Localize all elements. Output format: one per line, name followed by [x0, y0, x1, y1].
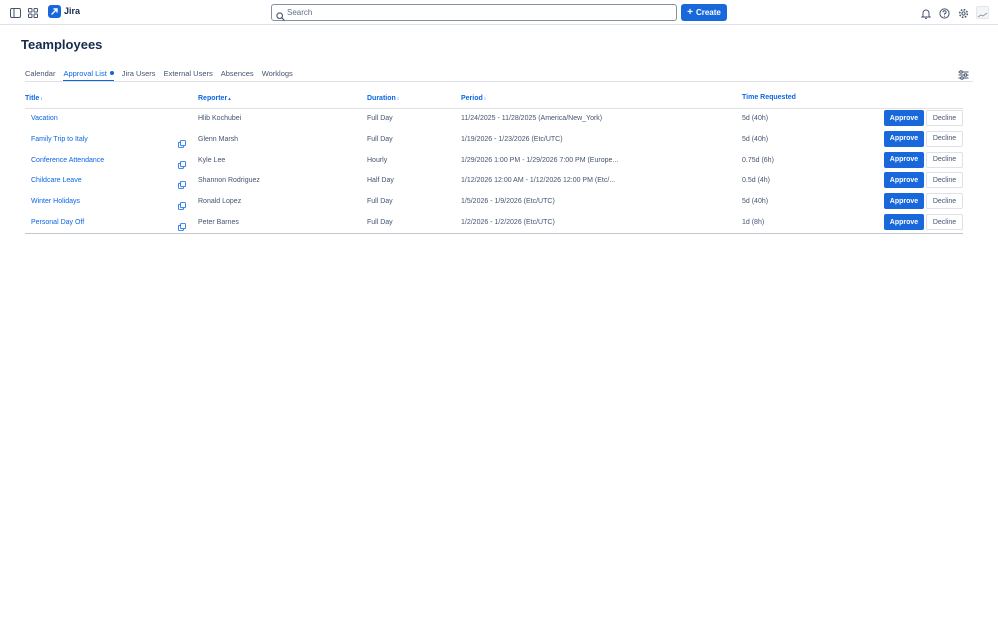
column-header-duration-label: Duration	[367, 95, 396, 102]
column-header-title[interactable]: Title↕	[25, 95, 43, 102]
user-avatar[interactable]	[976, 6, 989, 19]
approve-button[interactable]: Approve	[884, 172, 924, 189]
help-icon[interactable]	[937, 6, 951, 20]
reporter-name: Hlib Kochubei	[198, 115, 242, 122]
app-switcher-icon[interactable]	[26, 6, 40, 20]
column-header-title-label: Title	[25, 95, 40, 102]
bell-icon[interactable]	[919, 6, 933, 20]
approve-button[interactable]: Approve	[884, 130, 924, 147]
period-value: 1/5/2026 - 1/9/2026 (Etc/UTC)	[461, 198, 555, 206]
decline-button[interactable]: Decline	[926, 110, 963, 126]
table-row: Conference Attendance Kyle Lee Hourly 1/29/…	[25, 151, 963, 172]
column-header-period-label: Period	[461, 95, 483, 102]
reporter-name: Kyle Lee	[198, 156, 226, 164]
reporter-name: Glenn Marsh	[198, 135, 239, 143]
tab-approval-list-label: Approval List	[63, 69, 107, 78]
column-header-period[interactable]: Period↕	[461, 95, 486, 102]
copy-icon[interactable]	[178, 218, 186, 231]
period-value: 1/12/2026 12:00 AM - 1/12/2026 12:00 PM …	[461, 177, 616, 185]
time-requested-value: 5d (40h)	[742, 198, 769, 206]
period-value: 1/2/2026 - 1/2/2026 (Etc/UTC)	[461, 219, 555, 226]
approve-button[interactable]: Approve	[884, 214, 924, 230]
sort-icon: ↕	[40, 96, 43, 102]
search-input[interactable]	[287, 6, 667, 19]
column-header-reporter[interactable]: Reporter▴	[198, 95, 231, 102]
table-row: Childcare Leave Shannon Rodriguez Half Day…	[25, 171, 963, 192]
table-row: Winter Holidays Ronald Lopez Full Day 1/5/2…	[25, 192, 963, 213]
sort-icon: ↕	[483, 96, 487, 102]
duration-value: Full Day	[367, 135, 393, 143]
search-box[interactable]	[271, 4, 677, 21]
duration-value: Full Day	[367, 198, 393, 206]
gear-icon[interactable]	[956, 6, 970, 20]
request-title-link[interactable]: Personal Day Off	[31, 219, 84, 226]
tab-absences[interactable]: Absences	[221, 69, 254, 81]
duration-value: Full Day	[367, 115, 393, 122]
table-row: Vacation Hlib Kochubei Full Day 11/24/2025 …	[25, 109, 963, 130]
column-header-time-requested-label: Time Requested	[742, 94, 796, 101]
tab-worklogs[interactable]: Worklogs	[262, 69, 293, 81]
table-bottom-border	[25, 233, 963, 234]
page-title: Teamployees	[21, 37, 103, 52]
request-title-link[interactable]: Family Trip to Italy	[31, 136, 88, 143]
app-name[interactable]: Jira	[64, 6, 80, 16]
tab-approval-list[interactable]: Approval List	[63, 69, 115, 81]
duration-value: Hourly	[367, 156, 388, 164]
duration-value: Half Day	[367, 177, 394, 185]
column-header-time-requested[interactable]: Time Requested	[742, 94, 796, 101]
request-title-link[interactable]: Vacation	[31, 115, 58, 122]
top-navigation-bar: Jira + Create	[0, 0, 998, 25]
column-header-reporter-label: Reporter	[198, 95, 228, 102]
copy-icon[interactable]	[178, 156, 186, 169]
time-requested-value: 5d (40h)	[742, 115, 769, 122]
table-row: Family Trip to Italy Glenn Marsh Full Day 1…	[25, 130, 963, 151]
time-requested-value: 1d (8h)	[742, 219, 765, 226]
decline-button[interactable]: Decline	[926, 214, 963, 230]
request-title-link[interactable]: Winter Holidays	[31, 198, 80, 205]
create-button-label: Create	[695, 8, 721, 17]
sort-icon: ↕	[396, 96, 400, 102]
period-value: 1/19/2026 - 1/23/2026 (Etc/UTC)	[461, 135, 563, 143]
request-title-link[interactable]: Childcare Leave	[31, 177, 82, 184]
time-requested-value: 5d (40h)	[742, 135, 769, 143]
jira-logo-icon[interactable]	[48, 5, 61, 18]
copy-icon[interactable]	[178, 135, 186, 148]
decline-button[interactable]: Decline	[926, 193, 963, 210]
notification-dot	[109, 71, 114, 75]
table-row: Personal Day Off Peter Barnes Full Day 1/2/…	[25, 213, 963, 234]
reporter-name: Shannon Rodriguez	[198, 177, 260, 185]
approve-button[interactable]: Approve	[884, 110, 924, 126]
tab-calendar[interactable]: Calendar	[25, 69, 55, 81]
tab-jira-users[interactable]: Jira Users	[122, 69, 156, 81]
decline-button[interactable]: Decline	[926, 151, 963, 168]
plus-icon: +	[687, 6, 693, 18]
sidebar-toggle-icon[interactable]	[8, 6, 22, 20]
decline-button[interactable]: Decline	[926, 130, 963, 147]
time-requested-value: 0.75d (6h)	[742, 156, 774, 164]
time-requested-value: 0.5d (4h)	[742, 177, 771, 185]
copy-icon[interactable]	[178, 176, 186, 190]
request-title-link[interactable]: Conference Attendance	[31, 157, 104, 164]
tab-external-users[interactable]: External Users	[164, 69, 213, 81]
create-button[interactable]: + Create	[681, 4, 727, 21]
tabs-divider	[25, 81, 973, 82]
duration-value: Full Day	[367, 219, 393, 226]
reporter-name: Ronald Lopez	[198, 198, 242, 206]
period-value: 1/29/2026 1:00 PM - 1/29/2026 7:00 PM (E…	[461, 156, 619, 164]
approve-button[interactable]: Approve	[884, 193, 924, 210]
column-header-duration[interactable]: Duration↕	[367, 95, 399, 102]
reporter-name: Peter Barnes	[198, 219, 239, 226]
period-value: 11/24/2025 - 11/28/2025 (America/New_Yor…	[461, 115, 603, 122]
decline-button[interactable]: Decline	[926, 172, 963, 189]
tab-bar: Calendar Approval List Jira Users Extern…	[25, 69, 293, 81]
search-icon	[276, 8, 285, 26]
approve-button[interactable]: Approve	[884, 151, 924, 168]
sort-icon: ▴	[228, 96, 231, 102]
copy-icon[interactable]	[178, 197, 186, 211]
filter-settings-icon[interactable]	[958, 67, 969, 80]
